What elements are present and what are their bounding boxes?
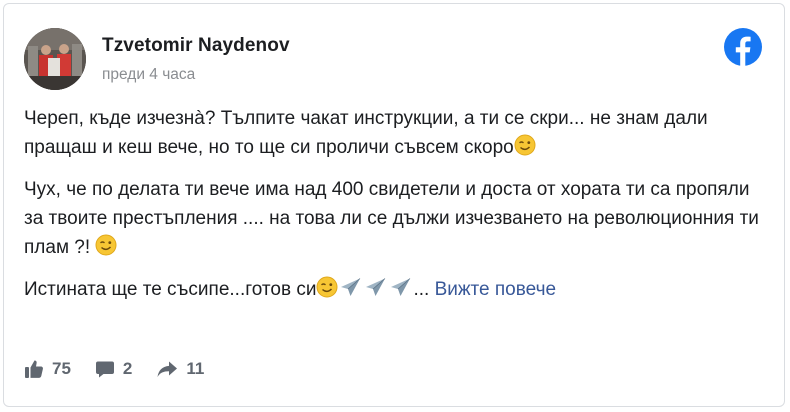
shares-stat[interactable]: 11 [156,359,204,379]
post-card: Tzvetomir Naydenov преди 4 часа Череп, к… [3,3,785,407]
likes-stat[interactable]: 75 [24,359,71,379]
facebook-logo-icon[interactable] [724,28,762,66]
airplane-emoji [363,276,388,307]
airplane-emoji [338,276,363,307]
shares-count: 11 [186,359,205,378]
post-paragraph-1: Череп, къде изчезнà? Тълпите чакат инстр… [24,104,768,165]
post-body: Череп, къде изчезнà? Тълпите чакат инстр… [24,104,768,317]
post-header: Tzvetomir Naydenov преди 4 часа [24,28,764,92]
author-avatar[interactable] [24,28,86,90]
likes-count: 75 [52,359,71,378]
post-timestamp[interactable]: преди 4 часа [102,66,195,84]
share-arrow-icon [157,361,178,377]
paragraph-3-text: Истината ще те съсипе...готов си [24,279,317,300]
thumbs-up-icon [25,360,43,378]
post-paragraph-3: Истината ще те съсипе...готов си... Вижт… [24,275,768,307]
author-name[interactable]: Tzvetomir Naydenov [102,35,290,57]
paragraph-1-text: Череп, къде изчезнà? Тълпите чакат инстр… [24,108,708,158]
see-more-link[interactable]: Вижте повече [435,279,556,300]
comment-icon [95,361,114,378]
post-stats-bar: 75 2 11 [24,354,228,384]
avatar-photo [24,28,86,90]
airplane-emoji [388,276,413,307]
paragraph-2-text: Чух, че по делата ти вече има над 400 св… [24,179,759,258]
winking-face-emoji [95,234,117,265]
winking-face-emoji [316,276,338,307]
ellipsis: ... [413,279,435,300]
winking-face-emoji [514,134,536,165]
comments-stat[interactable]: 2 [95,359,132,379]
comments-count: 2 [122,359,133,378]
post-paragraph-2: Чух, че по делата ти вече има над 400 св… [24,175,768,265]
